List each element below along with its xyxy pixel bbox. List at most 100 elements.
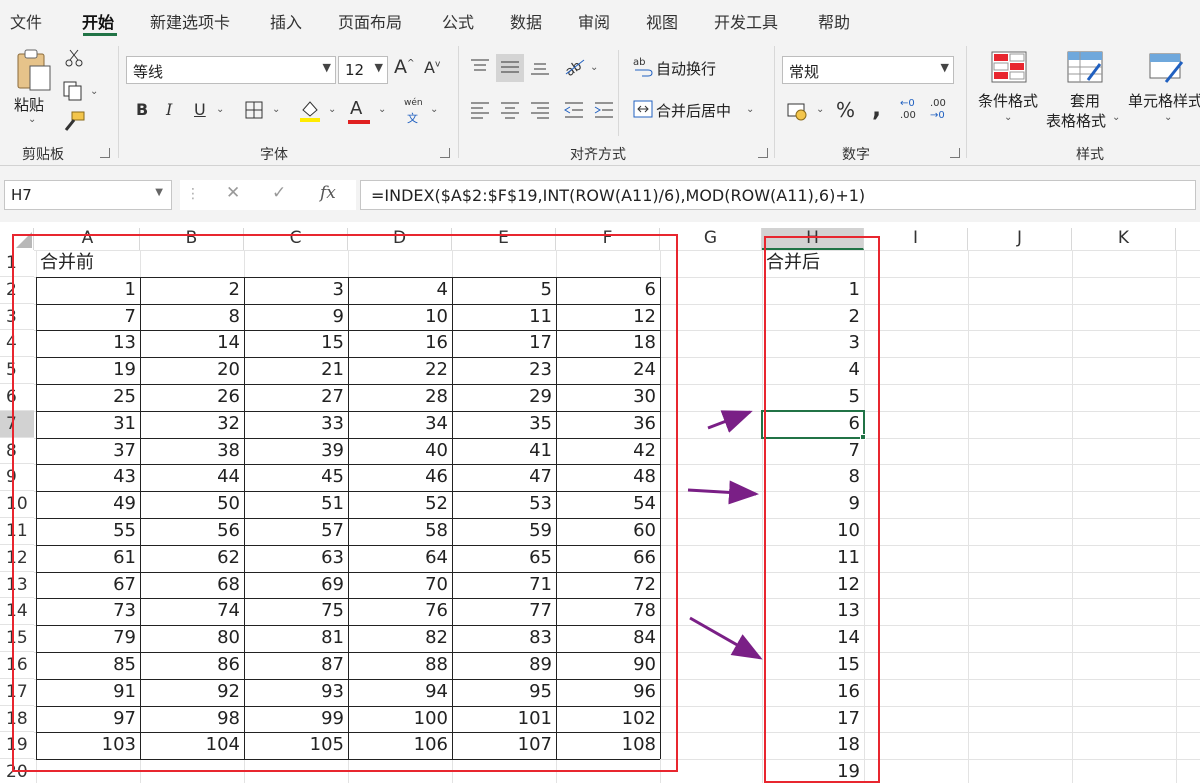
merge-center-icon[interactable]	[632, 98, 654, 120]
tab-data[interactable]: 数据	[510, 9, 542, 33]
font-size-dropdown[interactable]: 12 ▼	[338, 56, 388, 84]
font-name-value: 等线	[133, 63, 164, 81]
paste-icon[interactable]	[14, 48, 54, 94]
paste-label[interactable]: 粘贴	[14, 94, 44, 115]
tab-review[interactable]: 审阅	[578, 9, 610, 33]
number-launcher-icon[interactable]	[950, 148, 960, 158]
currency-dropdown-icon[interactable]: ⌄	[816, 104, 824, 115]
gridline	[968, 250, 969, 783]
decrease-font-icon: A	[424, 58, 435, 77]
clipboard-launcher-icon[interactable]	[100, 148, 110, 158]
font-launcher-icon[interactable]	[440, 148, 450, 158]
conditional-formatting-button[interactable]: 条件格式	[978, 90, 1038, 111]
menu-bar: 文件 开始 新建选项卡 插入 页面布局 公式 数据 审阅 视图 开发工具 帮助	[0, 0, 1200, 40]
cancel-icon[interactable]: ✕	[226, 183, 240, 203]
decrease-indent-icon[interactable]	[562, 98, 586, 120]
wrap-text-button[interactable]: 自动换行	[656, 58, 716, 79]
cut-icon[interactable]	[64, 48, 84, 68]
font-color-button[interactable]: A	[350, 98, 362, 119]
borders-dropdown-icon[interactable]: ⌄	[272, 104, 280, 115]
tab-formulas[interactable]: 公式	[442, 9, 474, 33]
formula-input[interactable]: =INDEX($A$2:$F$19,INT(ROW(A11)/6),MOD(RO…	[360, 180, 1196, 210]
borders-icon[interactable]	[244, 100, 264, 120]
decrease-decimal-button[interactable]: .00 →0	[930, 98, 956, 124]
italic-button[interactable]: I	[166, 100, 172, 119]
alignment-launcher-icon[interactable]	[758, 148, 768, 158]
tab-insert[interactable]: 插入	[270, 9, 302, 33]
format-as-table-dropdown-icon[interactable]: ⌄	[1112, 112, 1120, 123]
font-name-dropdown[interactable]: 等线 ▼	[126, 56, 336, 84]
align-bottom-icon[interactable]	[528, 56, 552, 78]
wrap-text-icon[interactable]: ab	[632, 54, 654, 78]
format-as-table-line1[interactable]: 套用	[1070, 90, 1100, 111]
chevron-down-icon: ▼	[322, 61, 331, 74]
cell-styles-icon[interactable]	[1148, 50, 1186, 84]
conditional-formatting-icon[interactable]	[990, 50, 1028, 84]
column-header-k[interactable]: K	[1072, 228, 1176, 250]
fill-color-icon[interactable]	[298, 98, 322, 124]
underline-dropdown-icon[interactable]: ⌄	[216, 104, 224, 115]
cell-styles-button[interactable]: 单元格样式	[1128, 90, 1200, 111]
source-range-highlight	[12, 234, 678, 772]
merge-center-button[interactable]: 合并后居中	[656, 100, 731, 121]
decrease-decimal-icon: →0	[930, 110, 945, 121]
merge-dropdown-icon[interactable]: ⌄	[746, 104, 754, 115]
group-separator	[458, 46, 459, 158]
chevron-down-icon: ▼	[940, 61, 949, 74]
fill-color-dropdown-icon[interactable]: ⌄	[328, 104, 336, 115]
bold-button[interactable]: B	[136, 100, 148, 119]
group-separator	[118, 46, 119, 158]
paste-dropdown-icon[interactable]: ⌄	[28, 114, 36, 125]
increase-indent-icon[interactable]	[592, 98, 616, 120]
arrow-icon	[707, 410, 753, 433]
align-top-icon[interactable]	[468, 56, 492, 78]
font-color-dropdown-icon[interactable]: ⌄	[378, 104, 386, 115]
tab-new-tab[interactable]: 新建选项卡	[150, 9, 230, 33]
underline-button[interactable]: U	[194, 100, 206, 119]
phonetic-top[interactable]: wén	[404, 98, 423, 108]
increase-decimal-button[interactable]: ←0 .00	[900, 98, 926, 124]
tab-file[interactable]: 文件	[10, 9, 42, 33]
increase-font-size-button[interactable]: A^	[394, 56, 415, 78]
tab-home[interactable]: 开始	[82, 9, 114, 33]
percent-button[interactable]: %	[836, 98, 855, 122]
enter-icon[interactable]: ✓	[272, 183, 286, 203]
align-left-icon[interactable]	[468, 98, 492, 120]
format-painter-icon[interactable]	[62, 110, 86, 132]
decrease-font-size-button[interactable]: Av	[424, 58, 440, 77]
format-as-table-button[interactable]: 表格格式	[1046, 110, 1106, 131]
increase-font-icon: A	[394, 56, 407, 78]
currency-icon[interactable]	[786, 100, 810, 122]
align-middle-icon[interactable]	[498, 56, 522, 78]
comma-button[interactable]: ,	[872, 94, 881, 122]
styles-group-label: 样式	[1076, 147, 1104, 163]
copy-icon[interactable]	[62, 80, 84, 102]
align-center-icon[interactable]	[498, 98, 522, 120]
phonetic-dropdown-icon[interactable]: ⌄	[430, 104, 438, 115]
formula-bar: H7 ▼ ⋮ ✕ ✓ fx =INDEX($A$2:$F$19,INT(ROW(…	[0, 166, 1200, 222]
orientation-dropdown-icon[interactable]: ⌄	[590, 62, 598, 73]
ribbon: 粘贴 ⌄ ⌄ 剪贴板 等线 ▼ 12 ▼ A^ Av B I U ⌄ ⌄ ⌄ A…	[0, 40, 1200, 166]
cell-styles-dropdown-icon[interactable]: ⌄	[1164, 112, 1172, 123]
font-group-label: 字体	[260, 147, 288, 163]
column-header-j[interactable]: J	[968, 228, 1072, 250]
insert-function-icon[interactable]: fx	[320, 183, 336, 203]
tab-page-layout[interactable]: 页面布局	[338, 9, 402, 33]
tab-developer[interactable]: 开发工具	[714, 9, 778, 33]
copy-dropdown-icon[interactable]: ⌄	[90, 86, 98, 97]
chevron-down-icon: ▼	[374, 61, 383, 74]
number-format-dropdown[interactable]: 常规 ▼	[782, 56, 954, 84]
tab-help[interactable]: 帮助	[818, 9, 850, 33]
name-box[interactable]: H7 ▼	[4, 180, 172, 210]
gridline	[1072, 250, 1073, 783]
clipboard-group-label: 剪贴板	[22, 147, 64, 163]
worksheet-grid[interactable]: A B C D E F G H I J K 1 2 3 4 5 6 7 8 9 10 11 12 13 14 15 16 17 18 19…	[0, 222, 1200, 783]
phonetic-icon[interactable]: 文	[407, 110, 418, 126]
conditional-dropdown-icon[interactable]: ⌄	[1004, 112, 1012, 123]
tab-view[interactable]: 视图	[646, 9, 678, 33]
number-group-label: 数字	[842, 147, 870, 163]
font-color-icon: A	[350, 98, 363, 119]
format-as-table-icon[interactable]	[1066, 50, 1104, 84]
orientation-icon[interactable]: ab	[562, 54, 588, 78]
align-right-icon[interactable]	[528, 98, 552, 120]
